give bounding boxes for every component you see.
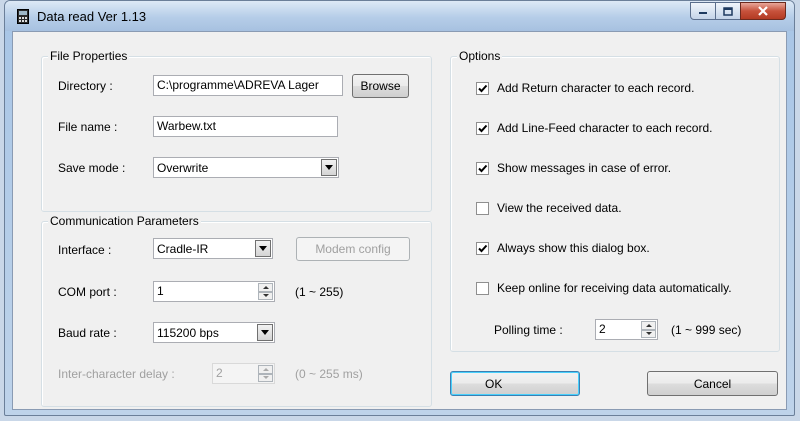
option-label: Add Line-Feed character to each record.: [497, 121, 713, 135]
polling-time-field[interactable]: 2: [595, 319, 658, 340]
filename-value: Warbew.txt: [157, 119, 216, 133]
baud-rate-label: Baud rate :: [58, 326, 117, 340]
communication-title: Communication Parameters: [48, 214, 201, 228]
option-row[interactable]: Show messages in case of error.: [476, 161, 771, 177]
spin-up-button[interactable]: [641, 321, 656, 330]
checkmark-icon: [478, 244, 488, 253]
communication-group: Communication Parameters Interface : Cra…: [41, 214, 432, 407]
baud-rate-value: 115200 bps: [157, 326, 219, 340]
option-label: Show messages in case of error.: [497, 161, 672, 175]
checkmark-icon: [478, 124, 488, 133]
directory-field[interactable]: C:\programme\ADREVA Lager: [153, 75, 343, 96]
option-label: Always show this dialog box.: [497, 241, 650, 255]
directory-label: Directory :: [58, 79, 113, 93]
checkmark-icon: [478, 84, 488, 93]
arrow-up-icon: [645, 323, 652, 327]
arrow-up-icon: [262, 367, 269, 371]
option-label: Add Return character to each record.: [497, 81, 695, 95]
dialog-window: Data read Ver 1.13 File Properties Direc…: [4, 0, 795, 416]
arrow-down-icon: [645, 332, 652, 336]
minimize-icon: [699, 12, 707, 14]
checkmark-icon: [478, 164, 488, 173]
spin-down-button[interactable]: [641, 329, 656, 338]
dialog-client-area: File Properties Directory : C:\programme…: [12, 31, 787, 410]
spin-down-button[interactable]: [258, 373, 273, 382]
option-row[interactable]: Add Return character to each record.: [476, 81, 771, 97]
polling-time-label: Polling time :: [494, 323, 563, 337]
save-mode-dropdown-button[interactable]: [321, 159, 337, 176]
app-icon: [17, 9, 29, 24]
save-mode-label: Save mode :: [58, 161, 126, 175]
modem-config-label: Modem config: [315, 242, 391, 256]
maximize-button[interactable]: [715, 2, 741, 20]
delay-field[interactable]: 2: [212, 363, 275, 384]
delay-label: Inter-character delay :: [58, 367, 175, 381]
title-bar[interactable]: Data read Ver 1.13: [5, 1, 794, 31]
arrow-up-icon: [262, 285, 269, 289]
interface-label: Interface :: [58, 243, 112, 257]
ok-button[interactable]: OK: [450, 371, 580, 396]
directory-value: C:\programme\ADREVA Lager: [157, 78, 319, 92]
modem-config-button[interactable]: Modem config: [296, 237, 410, 261]
spin-up-button[interactable]: [258, 283, 273, 292]
option-checkbox[interactable]: [476, 82, 489, 95]
com-port-field[interactable]: 1: [153, 281, 275, 302]
option-checkbox[interactable]: [476, 282, 489, 295]
cancel-button-label: Cancel: [693, 376, 732, 391]
options-title: Options: [457, 49, 503, 63]
interface-select[interactable]: Cradle-IR: [153, 238, 273, 259]
option-row[interactable]: Add Line-Feed character to each record.: [476, 121, 771, 137]
com-port-value: 1: [157, 284, 164, 298]
minimize-button[interactable]: [690, 2, 716, 20]
save-mode-select[interactable]: Overwrite: [153, 157, 339, 178]
ok-button-label: OK: [485, 376, 503, 391]
browse-button[interactable]: Browse: [352, 74, 409, 98]
arrow-down-icon: [262, 294, 269, 298]
chevron-down-icon: [325, 165, 333, 170]
option-row[interactable]: Keep online for receiving data automatic…: [476, 281, 771, 297]
arrow-down-icon: [262, 376, 269, 380]
delay-range: (0 ~ 255 ms): [295, 367, 363, 381]
polling-time-value: 2: [599, 322, 606, 336]
chevron-down-icon: [259, 246, 267, 251]
option-row[interactable]: Always show this dialog box.: [476, 241, 771, 257]
file-properties-group: File Properties Directory : C:\programme…: [41, 49, 432, 212]
option-checkbox[interactable]: [476, 122, 489, 135]
file-properties-title: File Properties: [48, 49, 130, 63]
option-checkbox[interactable]: [476, 162, 489, 175]
delay-value: 2: [216, 366, 223, 380]
browse-button-label: Browse: [360, 79, 401, 93]
filename-label: File name :: [58, 120, 118, 134]
save-mode-value: Overwrite: [157, 161, 209, 175]
chevron-down-icon: [261, 330, 269, 335]
com-port-spinner[interactable]: [258, 283, 273, 300]
option-checkbox[interactable]: [476, 242, 489, 255]
option-label: Keep online for receiving data automatic…: [497, 281, 732, 295]
interface-dropdown-button[interactable]: [255, 240, 271, 257]
window-title: Data read Ver 1.13: [37, 9, 147, 24]
interface-value: Cradle-IR: [157, 242, 209, 256]
baud-rate-dropdown-button[interactable]: [257, 324, 273, 341]
close-icon: [758, 6, 768, 16]
polling-time-range: (1 ~ 999 sec): [671, 323, 742, 337]
polling-time-spinner[interactable]: [641, 321, 656, 338]
maximize-icon: [723, 6, 733, 16]
cancel-button[interactable]: Cancel: [647, 371, 778, 396]
option-checkbox[interactable]: [476, 202, 489, 215]
option-label: View the received data.: [497, 201, 622, 215]
option-row[interactable]: View the received data.: [476, 201, 771, 217]
spin-up-button[interactable]: [258, 365, 273, 374]
filename-field[interactable]: Warbew.txt: [153, 116, 338, 137]
com-port-label: COM port :: [58, 285, 117, 299]
delay-spinner[interactable]: [258, 365, 273, 382]
spin-down-button[interactable]: [258, 291, 273, 300]
com-port-range: (1 ~ 255): [295, 285, 344, 299]
baud-rate-select[interactable]: 115200 bps: [153, 322, 275, 343]
close-button[interactable]: [740, 2, 786, 20]
options-group: Options Add Return character to each rec…: [450, 49, 780, 352]
